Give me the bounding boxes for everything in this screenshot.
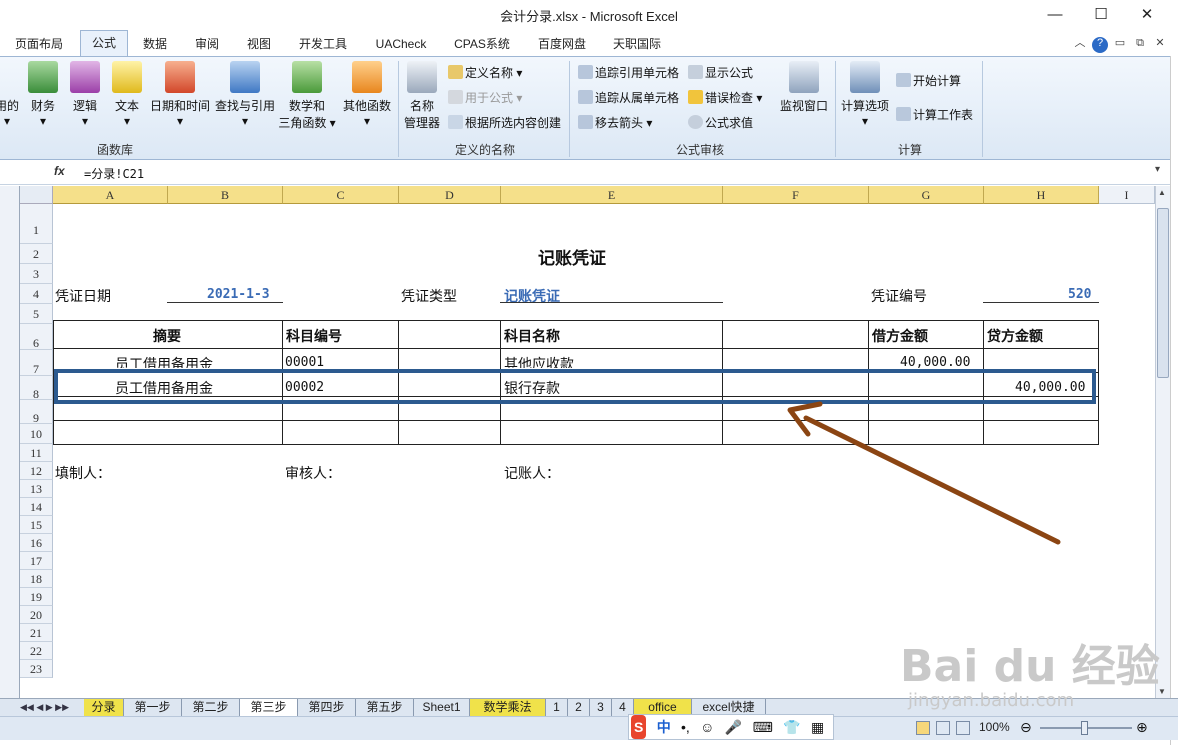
- emoji-icon[interactable]: ☺: [700, 715, 714, 739]
- baidu-watermark-url: jingyan.baidu.com: [908, 690, 1075, 711]
- page-layout-view-icon[interactable]: [936, 721, 950, 735]
- punctuation-icon[interactable]: •,: [681, 715, 690, 739]
- vertical-scrollbar[interactable]: ▲ ▼: [1155, 186, 1170, 698]
- normal-view-icon[interactable]: [916, 721, 930, 735]
- zoom-slider-thumb[interactable]: [1081, 721, 1088, 735]
- sheet-tab[interactable]: 第二步: [182, 699, 240, 716]
- zoom-in-icon[interactable]: ⊕: [1136, 719, 1148, 736]
- sheet-tab[interactable]: 1: [546, 699, 568, 716]
- status-bar: 100% ⊖ ⊕: [0, 716, 1178, 740]
- sheet-tab[interactable]: 第四步: [298, 699, 356, 716]
- scroll-up-icon[interactable]: ▲: [1158, 188, 1166, 197]
- baidu-watermark: Bai du 经验: [900, 641, 1160, 692]
- zoom-level[interactable]: 100%: [979, 720, 1010, 734]
- skin-icon[interactable]: 👕: [783, 715, 800, 739]
- sheet-tab[interactable]: 分录: [84, 699, 124, 716]
- sheet-tab[interactable]: 数学乘法: [470, 699, 546, 716]
- ime-lang[interactable]: 中: [657, 715, 671, 739]
- microphone-icon[interactable]: 🎤: [725, 715, 742, 739]
- scrollbar-thumb[interactable]: [1157, 208, 1169, 378]
- sheet-tab[interactable]: 第五步: [356, 699, 414, 716]
- sheet-tab[interactable]: 3: [590, 699, 612, 716]
- toolbox-icon[interactable]: ▦: [811, 715, 824, 739]
- sheet-tab[interactable]: 第一步: [124, 699, 182, 716]
- zoom-out-icon[interactable]: ⊖: [1020, 719, 1032, 736]
- sheet-tab[interactable]: 2: [568, 699, 590, 716]
- page-break-view-icon[interactable]: [956, 721, 970, 735]
- sogou-icon[interactable]: S: [631, 715, 647, 739]
- ime-toolbar[interactable]: S 中 •, ☺ 🎤 ⌨ 👕 ▦: [628, 714, 834, 740]
- keyboard-icon[interactable]: ⌨: [753, 715, 773, 739]
- background-window-edge: [1170, 56, 1178, 745]
- sheet-nav-buttons[interactable]: ◀◀ ◀ ▶ ▶▶: [20, 699, 69, 715]
- sheet-tab[interactable]: 第三步: [240, 699, 298, 716]
- sheet-tab[interactable]: Sheet1: [414, 699, 470, 716]
